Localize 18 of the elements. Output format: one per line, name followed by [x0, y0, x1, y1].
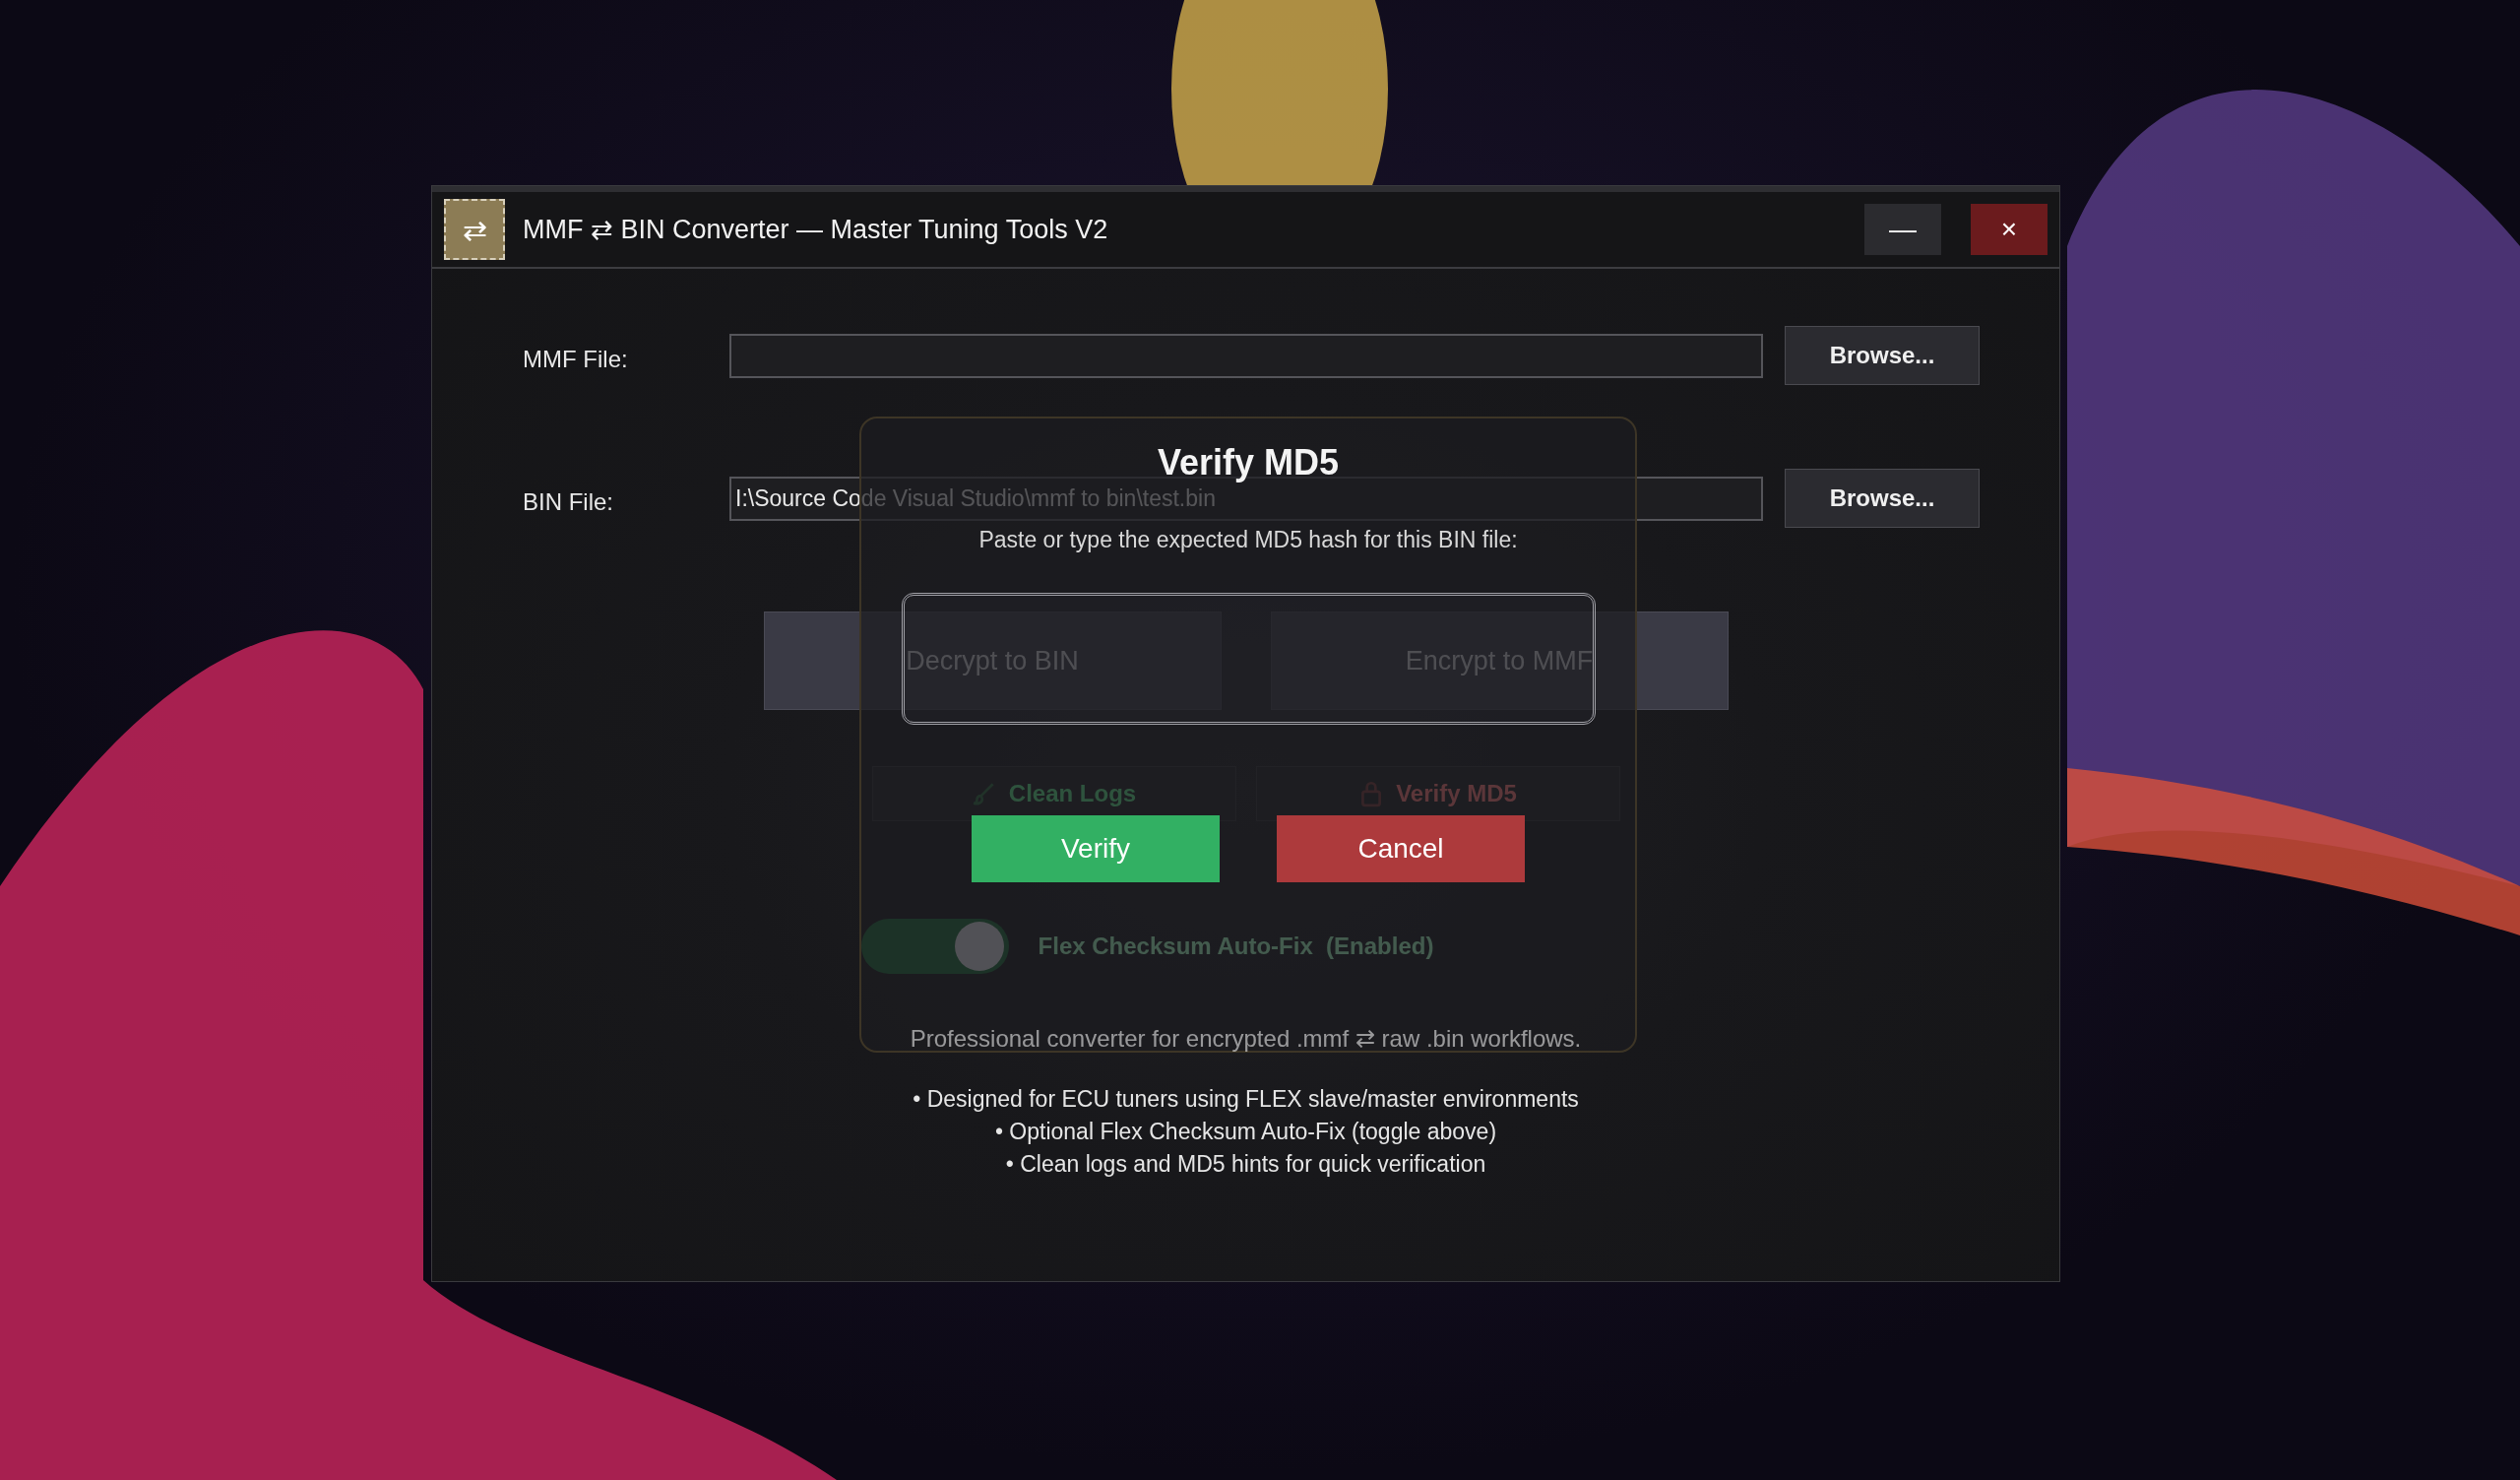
app-icon: ⇄	[444, 199, 505, 260]
dialog-title: Verify MD5	[1157, 442, 1340, 483]
feature-text: • Designed for ECU tuners using FLEX slave/master environments	[913, 1086, 1579, 1113]
tagline: Professional converter for encrypted .mmf ⇄ raw .bin workflows.	[910, 1025, 1582, 1053]
hash-input-field[interactable]	[901, 593, 1596, 725]
window-title: MMF ⇄ BIN Converter — Master Tuning Tools V2	[523, 214, 1109, 245]
file-path-field[interactable]	[729, 333, 1763, 378]
browse-button[interactable]: Browse...	[1785, 326, 1980, 385]
feature-text: • Optional Flex Checksum Auto-Fix (toggle above)	[994, 1119, 1497, 1145]
browse-button[interactable]: Browse...	[1785, 469, 1980, 528]
feature-text: • Clean logs and MD5 hints for quick verification	[1005, 1151, 1486, 1178]
field-label: MMF File:	[523, 345, 629, 373]
dialog-prompt: Paste or type the expected MD5 hash for this BIN file:	[978, 527, 1518, 553]
close-button[interactable]: ×	[1971, 204, 2048, 255]
cancel-button[interactable]: Cancel	[1277, 815, 1525, 882]
field-label: BIN File:	[523, 487, 614, 516]
toggle-label: Flex Checksum Auto-Fix (Enabled)	[1038, 933, 1434, 960]
minimize-button[interactable]: —	[1864, 204, 1941, 255]
